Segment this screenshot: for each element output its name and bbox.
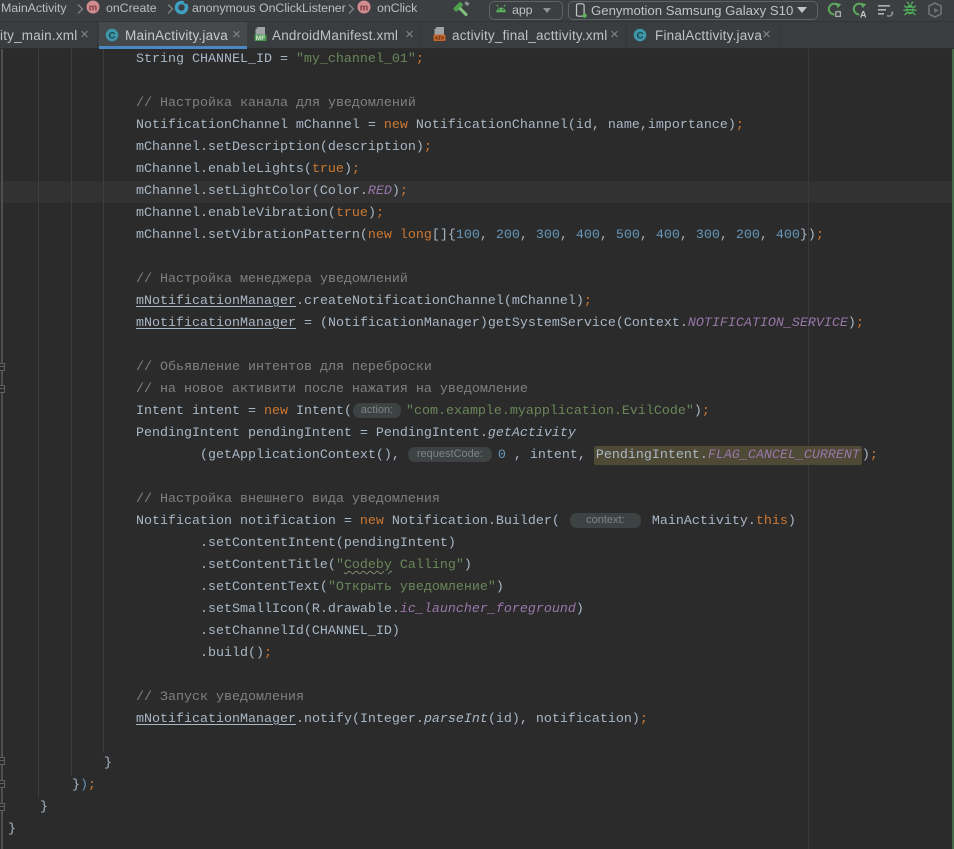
svg-text:MF: MF (256, 35, 265, 42)
svg-text:m: m (89, 2, 97, 13)
svg-text:</>: </> (435, 35, 445, 42)
svg-text:A: A (860, 10, 867, 18)
svg-text:C: C (109, 31, 116, 42)
svg-text:m: m (360, 2, 368, 13)
svg-text:C: C (637, 31, 644, 42)
